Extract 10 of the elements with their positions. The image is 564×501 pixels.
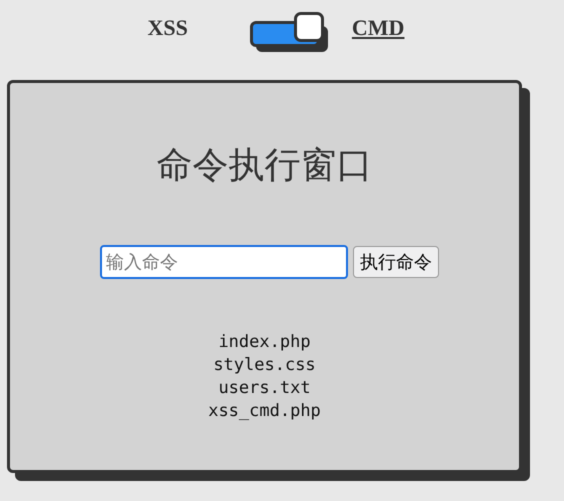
- toggle-switch[interactable]: [250, 12, 328, 52]
- output-line: styles.css: [212, 354, 317, 377]
- output-line: users.txt: [217, 377, 312, 400]
- run-button[interactable]: 执行命令: [353, 246, 439, 278]
- output-line: index.php: [217, 331, 312, 354]
- panel-title: 命令执行窗口: [156, 144, 372, 187]
- command-input[interactable]: 输入命令: [100, 245, 348, 279]
- mode-label[interactable]: CMD: [352, 15, 404, 41]
- output-line: xss_cmd.php: [208, 400, 321, 423]
- mode-label[interactable]: XSS: [148, 15, 188, 41]
